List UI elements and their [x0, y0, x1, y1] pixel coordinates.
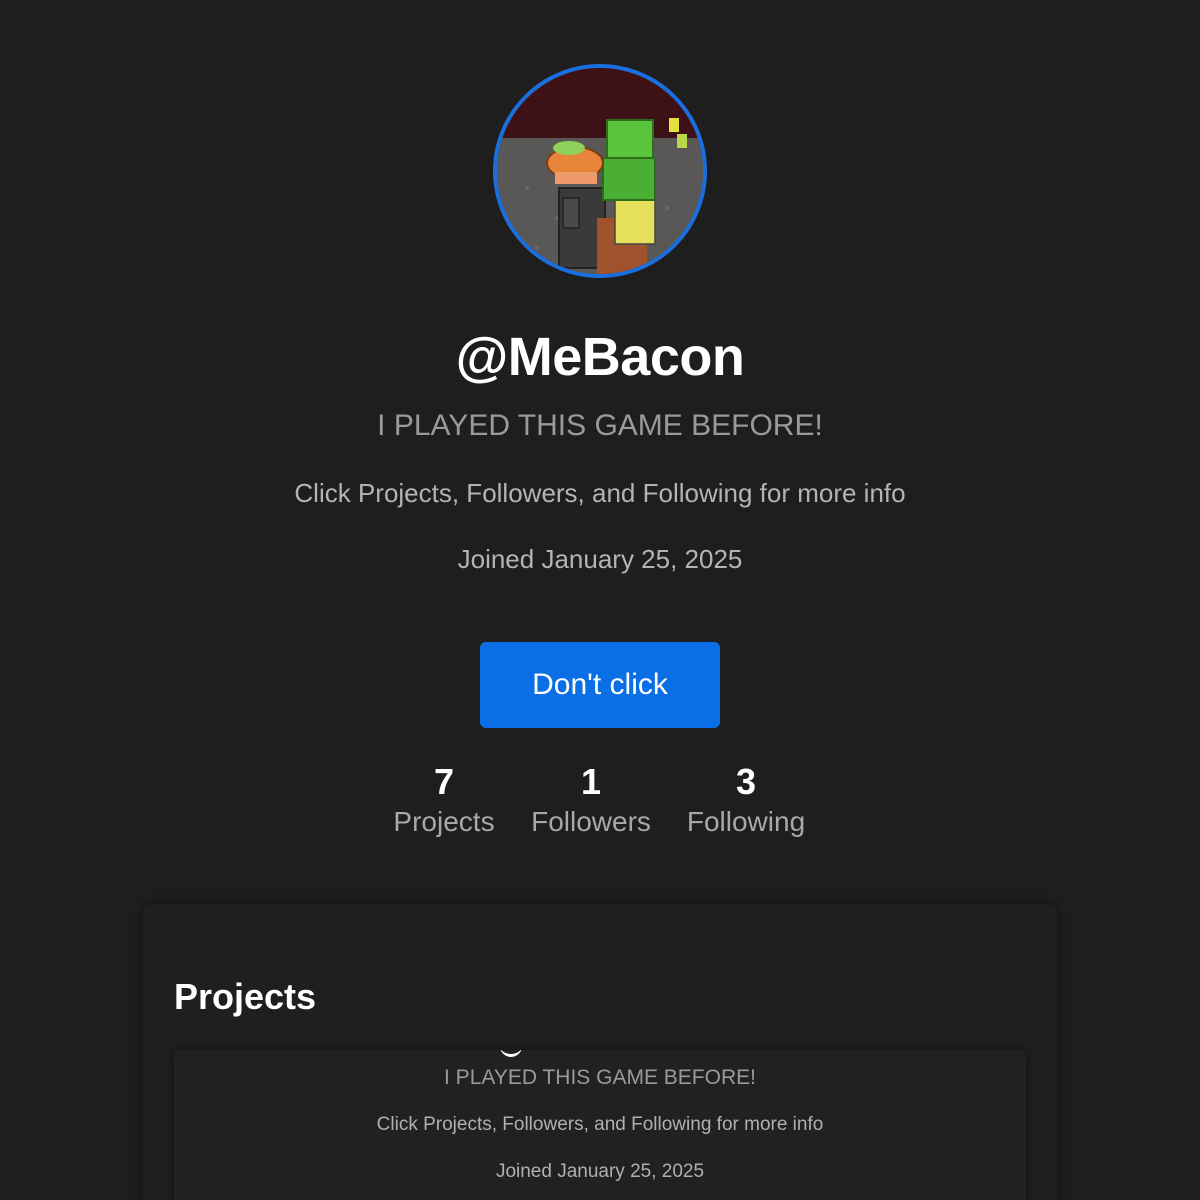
- project-card-info-text: Click Projects, Followers, and Following…: [376, 1114, 824, 1135]
- project-card[interactable]: I PLAYED THIS GAME BEFORE! Click Project…: [174, 1050, 1026, 1200]
- stat-projects-count: 7: [433, 761, 455, 802]
- stat-followers[interactable]: 1 Followers: [521, 762, 661, 842]
- stat-following[interactable]: 3 Following: [676, 762, 816, 842]
- profile-tagline: I PLAYED THIS GAME BEFORE!: [377, 409, 823, 442]
- stat-followers-count: 1: [580, 761, 602, 802]
- project-card-joined-date: Joined January 25, 2025: [495, 1161, 705, 1182]
- dont-click-button[interactable]: Don't click: [480, 642, 720, 728]
- stat-projects[interactable]: 7 Projects: [384, 762, 504, 842]
- joined-date: Joined January 25, 2025: [457, 544, 743, 574]
- cut-off-glyph: [500, 1050, 522, 1057]
- avatar[interactable]: [493, 64, 707, 278]
- stat-following-label: Following: [686, 806, 806, 837]
- profile-page: @MeBacon I PLAYED THIS GAME BEFORE! Clic…: [0, 0, 1200, 1200]
- stat-projects-label: Projects: [393, 806, 495, 837]
- projects-section-title: Projects: [174, 976, 317, 1017]
- stat-following-count: 3: [735, 761, 757, 802]
- profile-info-text: Click Projects, Followers, and Following…: [294, 478, 906, 508]
- project-card-tagline: I PLAYED THIS GAME BEFORE!: [444, 1066, 756, 1089]
- avatar-image: [497, 68, 703, 274]
- username: @MeBacon: [455, 327, 745, 387]
- projects-section: Projects I PLAYED THIS GAME BEFORE! Clic…: [143, 904, 1057, 1200]
- stat-followers-label: Followers: [531, 806, 651, 837]
